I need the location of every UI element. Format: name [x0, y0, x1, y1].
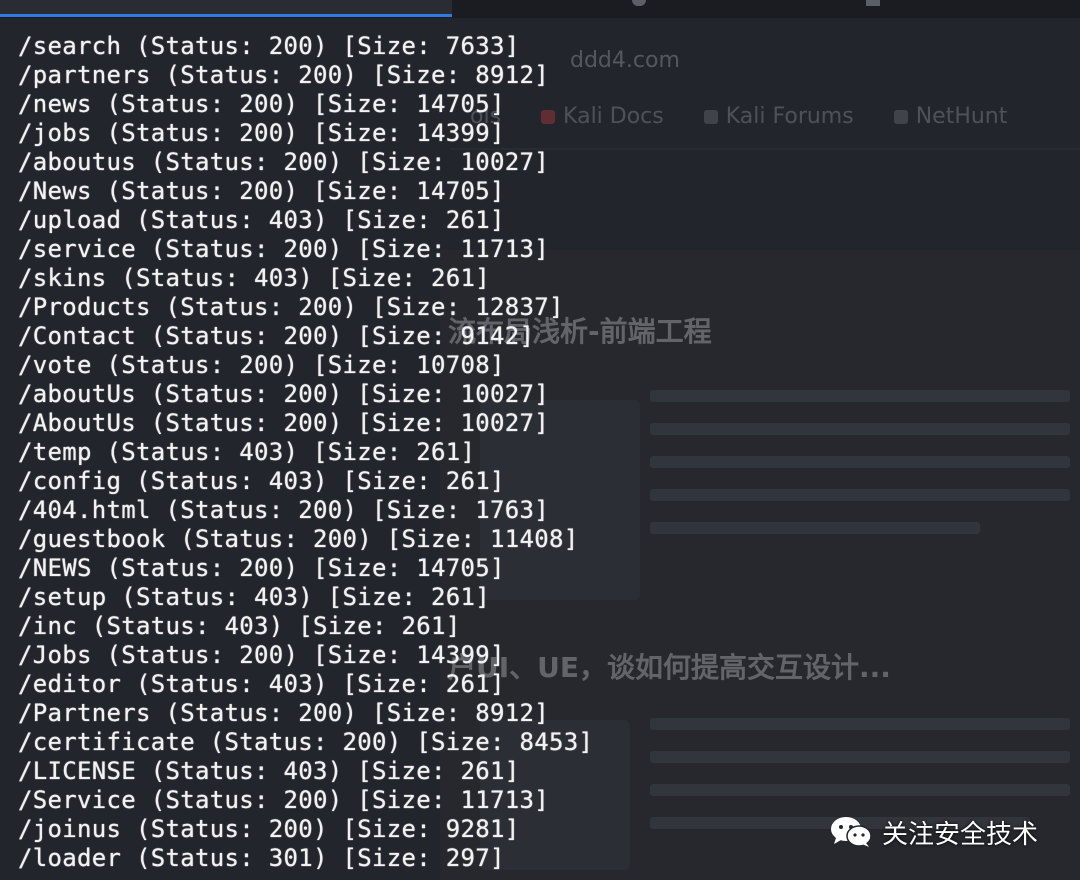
wechat-icon [830, 816, 872, 848]
terminal-output[interactable]: /search (Status: 200) [Size: 7633]/partn… [0, 18, 600, 880]
tab-icon[interactable] [632, 0, 646, 6]
background-text-line [650, 390, 1070, 402]
watermark-text: 关注安全技术 [882, 819, 1039, 850]
bookmark-label: Kali Forums [725, 104, 854, 129]
tab-icon[interactable] [866, 0, 880, 6]
nethunter-icon [893, 110, 908, 124]
terminal-line: /aboutUs (Status: 200) [Size: 10027] [18, 380, 549, 408]
watermark: 关注安全技术 [830, 814, 1038, 850]
terminal-line: /aboutus (Status: 200) [Size: 10027] [18, 148, 549, 176]
terminal-line: /guestbook (Status: 200) [Size: 11408] [18, 525, 579, 553]
terminal-line: /certificate (Status: 200) [Size: 8453] [18, 728, 594, 756]
terminal-line: /jobs (Status: 200) [Size: 14399] [18, 119, 505, 147]
background-text-line [650, 456, 1070, 468]
background-text-line [650, 522, 980, 534]
terminal-line: /joinus (Status: 200) [Size: 9281] [18, 815, 520, 843]
terminal-line: /AboutUs (Status: 200) [Size: 10027] [18, 409, 549, 437]
background-text-line [650, 751, 1070, 763]
bookmark-label: NetHunt [915, 104, 1008, 129]
terminal-line: /skins (Status: 403) [Size: 261] [18, 264, 490, 292]
terminal-line: /upload (Status: 403) [Size: 261] [18, 206, 505, 234]
terminal-line: /config (Status: 403) [Size: 261] [18, 467, 505, 495]
terminal-line: /temp (Status: 403) [Size: 261] [18, 438, 476, 466]
terminal-line: /Contact (Status: 200) [Size: 9142] [18, 322, 535, 350]
terminal-line: /news (Status: 200) [Size: 14705] [18, 90, 505, 118]
terminal-line: /service (Status: 200) [Size: 11713] [18, 235, 549, 263]
background-text-line [650, 718, 1070, 730]
terminal-line: /Products (Status: 200) [Size: 12837] [18, 293, 564, 321]
kali-forums-icon [703, 110, 718, 124]
background-text-line [650, 784, 1070, 796]
terminal-line: /partners (Status: 200) [Size: 8912] [18, 61, 549, 89]
terminal-line: /setup (Status: 403) [Size: 261] [18, 583, 490, 611]
terminal-line: /LICENSE (Status: 403) [Size: 261] [18, 757, 520, 785]
terminal-lines: /search (Status: 200) [Size: 7633]/partn… [18, 32, 593, 873]
terminal-line: /inc (Status: 403) [Size: 261] [18, 612, 461, 640]
terminal-line: /vote (Status: 200) [Size: 10708] [18, 351, 505, 379]
terminal-line: /Service (Status: 200) [Size: 11713] [18, 786, 549, 814]
terminal-line: /Jobs (Status: 200) [Size: 14399] [18, 641, 505, 669]
background-text-line [650, 489, 1070, 501]
terminal-line: /404.html (Status: 200) [Size: 1763] [18, 496, 549, 524]
background-text-line [650, 423, 1070, 435]
terminal-line: /Partners (Status: 200) [Size: 8912] [18, 699, 549, 727]
terminal-line: /NEWS (Status: 200) [Size: 14705] [18, 554, 505, 582]
tab-bar [0, 0, 1080, 18]
terminal-line: /editor (Status: 403) [Size: 261] [18, 670, 505, 698]
terminal-line: /News (Status: 200) [Size: 14705] [18, 177, 505, 205]
terminal-line: /search (Status: 200) [Size: 7633] [18, 32, 520, 60]
active-tab[interactable] [0, 0, 452, 17]
terminal-line: /loader (Status: 301) [Size: 297] [18, 844, 505, 872]
